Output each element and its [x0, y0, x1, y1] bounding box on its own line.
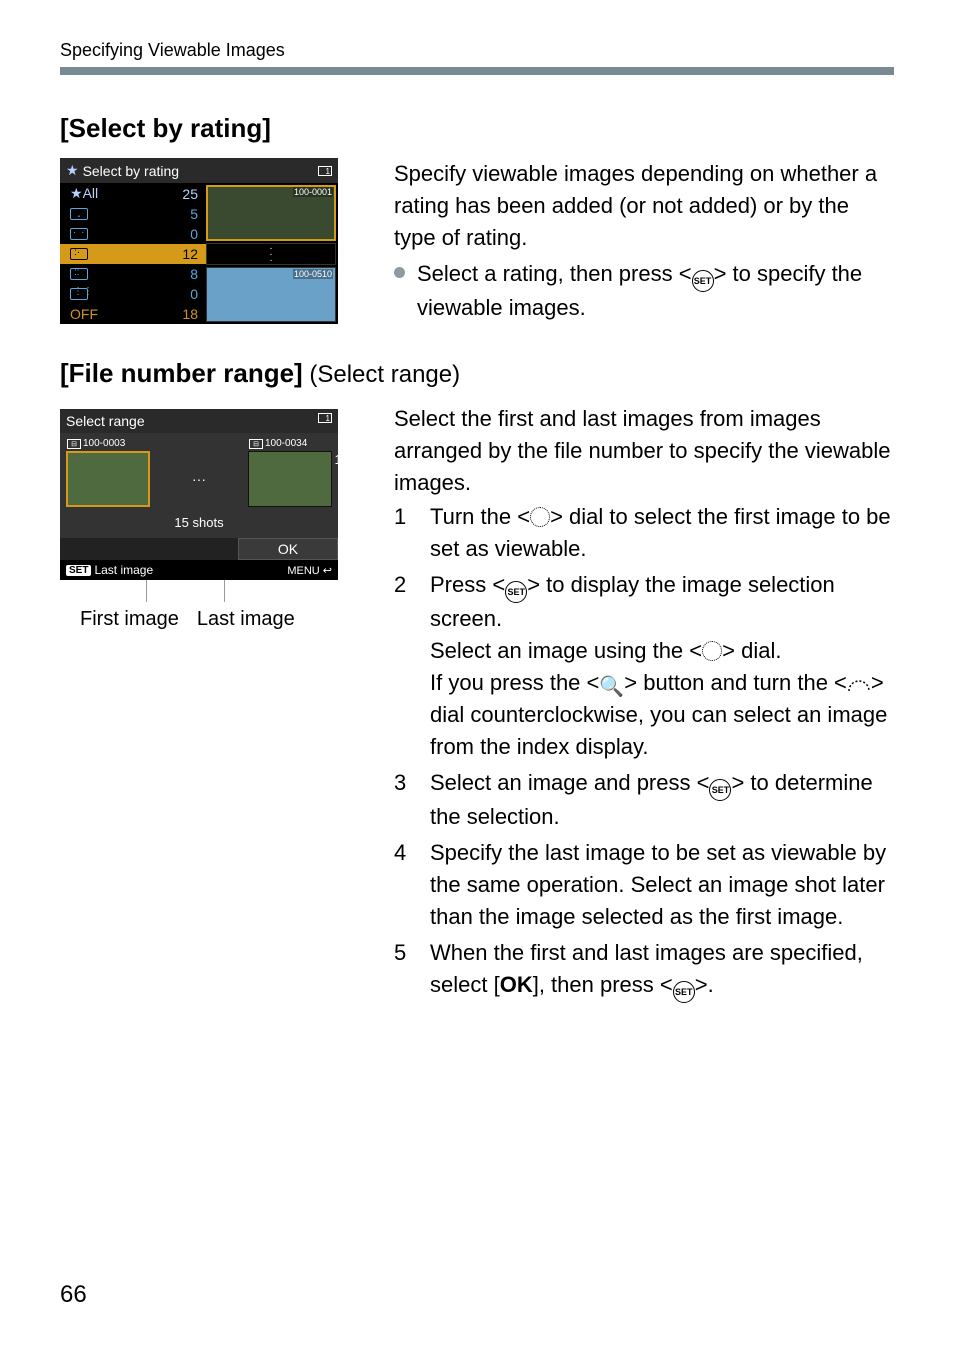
ok-button[interactable]: OK — [238, 538, 338, 560]
rating-screen: ★Select by rating 1 ★All25 5 0 12 8 0 OF… — [60, 158, 338, 324]
range-shots: 15 shots — [66, 507, 332, 536]
rating4-icon — [70, 268, 88, 280]
step-3: Select an image and press <SET> to deter… — [430, 767, 894, 833]
rating3-icon — [70, 248, 88, 260]
star-icon: ★ — [66, 162, 79, 179]
rating-screen-title: Select by rating — [83, 163, 180, 179]
section2-intro: Select the first and last images from im… — [394, 403, 894, 499]
header-rule — [60, 67, 894, 75]
rating1-icon — [70, 208, 88, 220]
rating-row-all[interactable]: ★All25 — [60, 183, 206, 204]
rating-row-3[interactable]: 12 — [60, 244, 206, 264]
card-icon: 1 — [318, 413, 332, 423]
range-last-label: Last image — [94, 563, 153, 577]
step-5: When the first and last images are speci… — [430, 937, 894, 1003]
running-head: Specifying Viewable Images — [60, 40, 894, 61]
page-number: 66 — [60, 1281, 87, 1309]
section1-title: [Select by rating] — [60, 113, 894, 144]
rating2-icon — [70, 228, 88, 240]
quick-dial-icon — [702, 641, 722, 661]
magnify-icon: 🔍 — [599, 677, 624, 697]
step-4: Specify the last image to be set as view… — [430, 837, 894, 933]
rating-row-5[interactable]: 0 — [60, 284, 206, 304]
thumb-first: 100-0001 — [206, 185, 336, 241]
step-1: Turn the <> dial to select the first ima… — [430, 501, 894, 565]
rating-row-2[interactable]: 0 — [60, 224, 206, 244]
rating-row-4[interactable]: 8 — [60, 264, 206, 284]
set-icon: SET — [709, 779, 731, 801]
callout-lines — [60, 580, 338, 608]
bullet-icon — [394, 267, 405, 278]
caption-last: Last image — [197, 608, 295, 631]
key-icon: ⊟ — [249, 439, 263, 449]
main-dial-icon — [847, 677, 871, 693]
thumb-separator: ··· — [206, 243, 336, 265]
set-icon: SET — [505, 581, 527, 603]
card-icon: 1 — [318, 166, 332, 176]
set-button[interactable]: SET — [66, 565, 91, 576]
range-screen-title: Select range — [66, 413, 145, 429]
rating-row-1[interactable]: 5 — [60, 204, 206, 224]
rating-row-off[interactable]: OFF18 — [60, 304, 206, 324]
rating5-icon — [70, 288, 88, 300]
set-icon: SET — [692, 270, 714, 292]
caption-first: First image — [80, 608, 179, 631]
range-thumb-first[interactable]: 3 ⊟100-0003 — [66, 451, 150, 507]
dots-icon: ··· — [192, 471, 206, 487]
section2-title: [File number range] (Select range) — [60, 358, 894, 389]
set-icon: SET — [673, 981, 695, 1003]
key-icon: ⊟ — [67, 439, 81, 449]
return-icon: ↩ — [323, 565, 332, 577]
section1-bullet: Select a rating, then press <SET> to spe… — [417, 258, 894, 324]
range-screen: Select range 1 3 ⊟100-0003 ··· ⊟100-0034… — [60, 409, 338, 580]
menu-button[interactable]: MENU — [287, 565, 319, 577]
thumb-last: 100-0510 — [206, 267, 336, 323]
step-2: Press <SET> to display the image selecti… — [430, 569, 894, 763]
range-thumb-last[interactable]: ⊟100-0034 17 — [248, 451, 332, 507]
section1-intro: Specify viewable images depending on whe… — [394, 158, 894, 254]
quick-dial-icon — [530, 507, 550, 527]
